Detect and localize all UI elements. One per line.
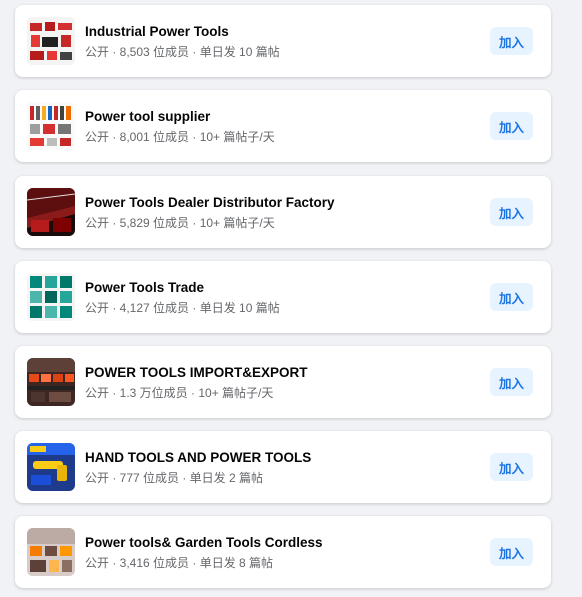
tools-banner-photo-icon [27, 443, 75, 491]
join-group-button[interactable]: 加入 [490, 283, 533, 311]
group-meta: 公开 · 5,829 位成员 · 10+ 篇帖子/天 [85, 216, 275, 230]
group-card[interactable]: Power tool supplier 公开 · 8,001 位成员 · 10+… [15, 90, 551, 162]
group-thumbnail-hand-tools-and-power-tools[interactable] [27, 443, 75, 491]
group-thumbnail-power-tools-garden-tools[interactable] [27, 528, 75, 576]
group-thumbnail-power-tools-dealer[interactable] [27, 188, 75, 236]
red-factory-photo-icon [27, 188, 75, 236]
group-name[interactable]: Power Tools Trade [85, 280, 465, 295]
group-meta: 公开 · 777 位成员 · 单日发 2 篇帖 [85, 471, 264, 485]
group-card[interactable]: Power Tools Dealer Distributor Factory 公… [15, 176, 551, 248]
group-thumbnail-power-tool-supplier[interactable] [27, 102, 75, 150]
group-meta: 公开 · 8,503 位成员 · 单日发 10 篇帖 [85, 45, 280, 59]
group-thumbnail-power-tools-import-export[interactable] [27, 358, 75, 406]
factory-line-photo-icon [27, 358, 75, 406]
join-group-button[interactable]: 加入 [490, 453, 533, 481]
group-card[interactable]: Industrial Power Tools 公开 · 8,503 位成员 · … [15, 5, 551, 77]
join-group-button[interactable]: 加入 [490, 27, 533, 55]
group-name[interactable]: Industrial Power Tools [85, 24, 465, 39]
group-meta: 公开 · 8,001 位成员 · 10+ 篇帖子/天 [85, 130, 275, 144]
group-suggestion-list: Industrial Power Tools 公开 · 8,503 位成员 · … [0, 0, 582, 597]
group-card[interactable]: Power Tools Trade 公开 · 4,127 位成员 · 单日发 1… [15, 261, 551, 333]
group-card[interactable]: HAND TOOLS AND POWER TOOLS 公开 · 777 位成员 … [15, 431, 551, 503]
group-card[interactable]: Power tools& Garden Tools Cordless 公开 · … [15, 516, 551, 588]
join-group-button[interactable]: 加入 [490, 112, 533, 140]
group-card[interactable]: POWER TOOLS IMPORT&EXPORT 公开 · 1.3 万位成员 … [15, 346, 551, 418]
group-name[interactable]: Power tool supplier [85, 109, 465, 124]
power-tools-grid-photo-icon [27, 273, 75, 321]
industrial-power-tools-photo-icon [27, 17, 75, 65]
join-group-button[interactable]: 加入 [490, 368, 533, 396]
group-name[interactable]: Power tools& Garden Tools Cordless [85, 535, 465, 550]
join-group-button[interactable]: 加入 [490, 538, 533, 566]
garden-tools-photo-icon [27, 528, 75, 576]
tool-assortment-photo-icon [27, 102, 75, 150]
group-meta: 公开 · 3,416 位成员 · 单日发 8 篇帖 [85, 556, 274, 570]
group-name[interactable]: POWER TOOLS IMPORT&EXPORT [85, 365, 465, 380]
group-meta: 公开 · 1.3 万位成员 · 10+ 篇帖子/天 [85, 386, 274, 400]
group-name[interactable]: Power Tools Dealer Distributor Factory [85, 195, 465, 210]
group-thumbnail-industrial-power-tools[interactable] [27, 17, 75, 65]
group-name[interactable]: HAND TOOLS AND POWER TOOLS [85, 450, 465, 465]
group-thumbnail-power-tools-trade[interactable] [27, 273, 75, 321]
join-group-button[interactable]: 加入 [490, 198, 533, 226]
group-meta: 公开 · 4,127 位成员 · 单日发 10 篇帖 [85, 301, 280, 315]
